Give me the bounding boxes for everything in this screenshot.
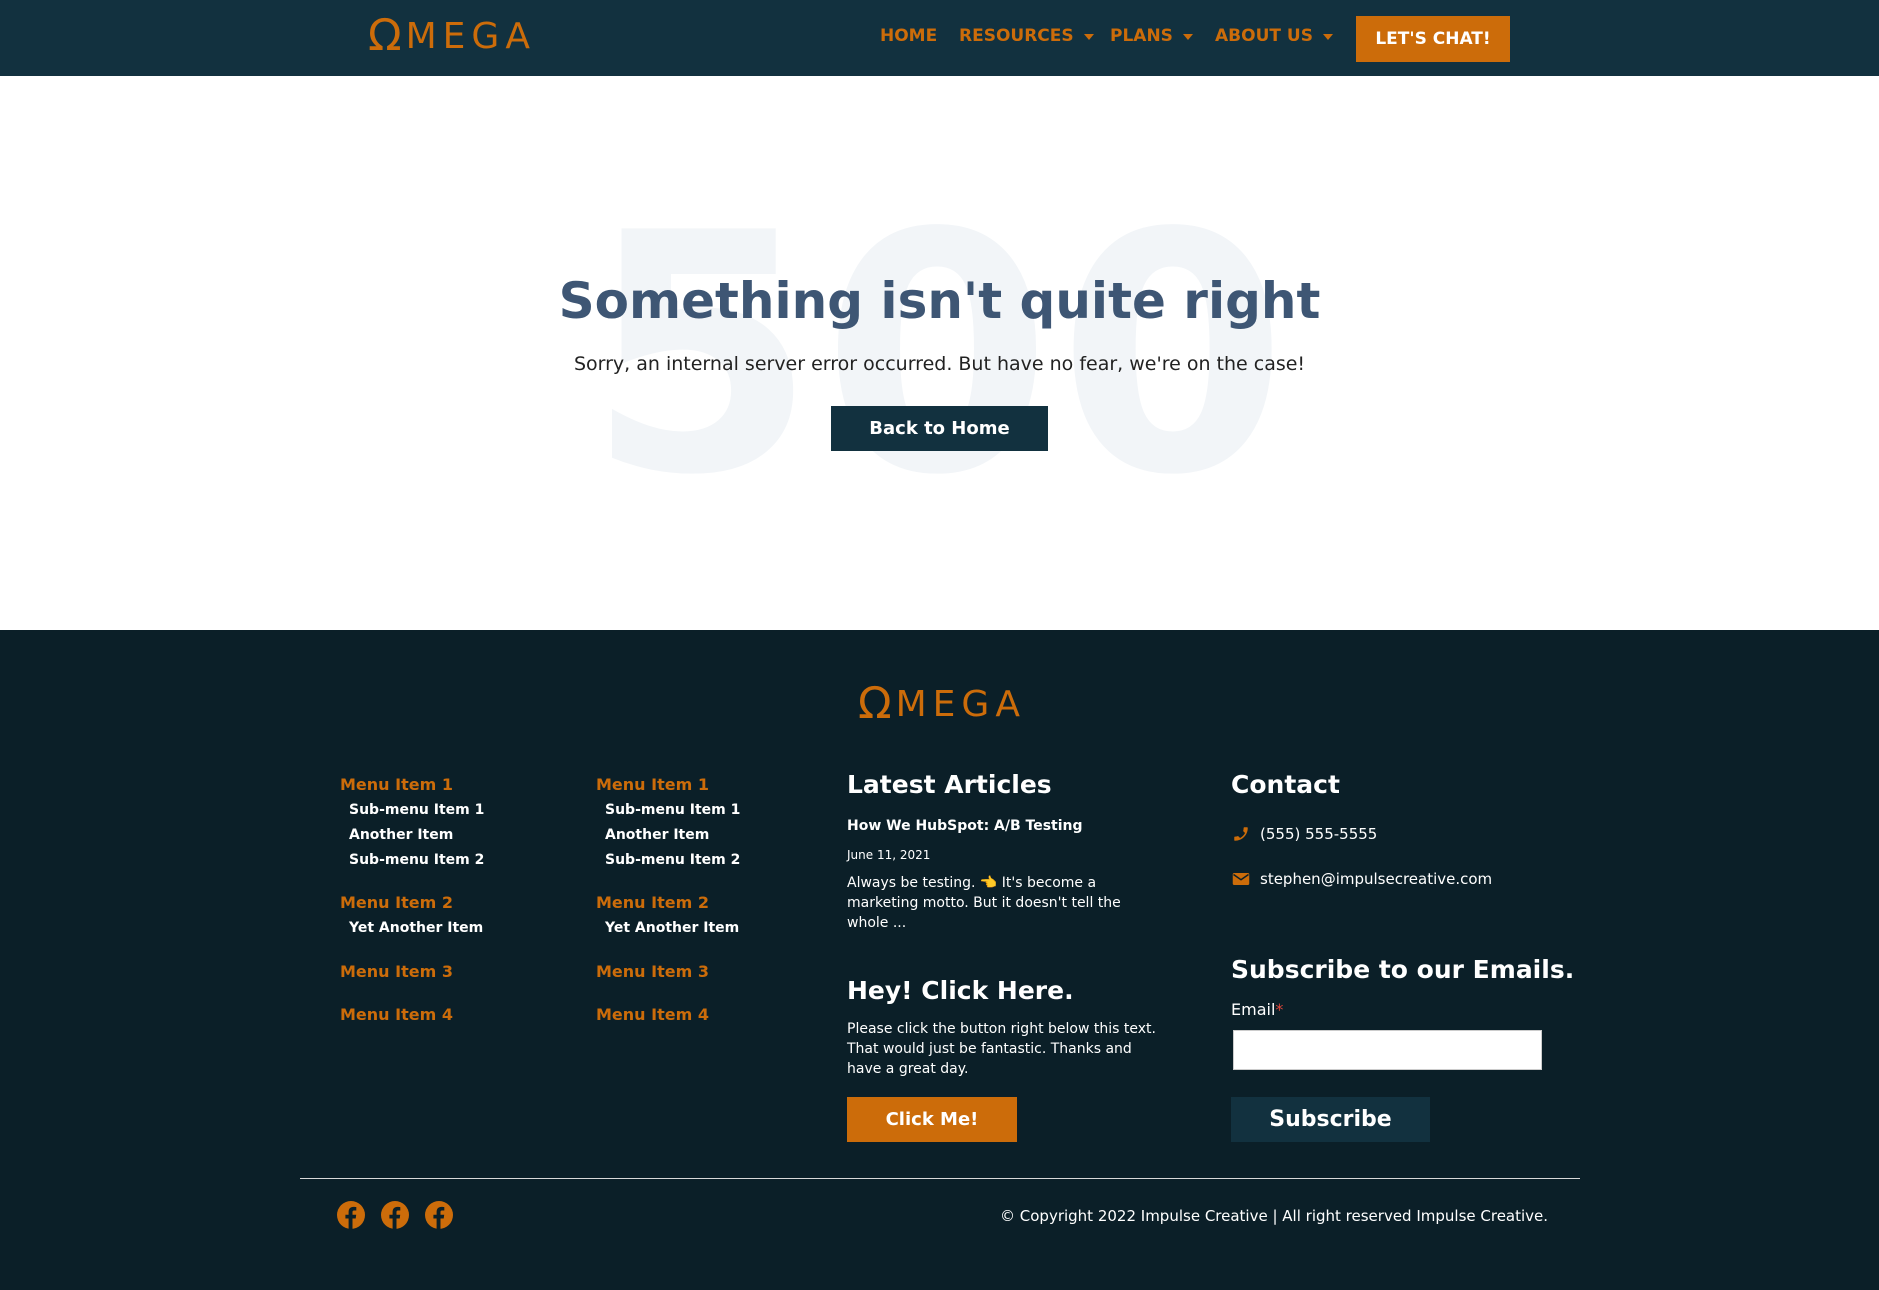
footer-menu-item[interactable]: Menu Item 3 bbox=[340, 962, 453, 981]
promo-text: Please click the button right below this… bbox=[847, 1021, 1156, 1077]
footer-submenu-item[interactable]: Sub-menu Item 2 bbox=[605, 852, 740, 868]
footer-menu-item[interactable]: Menu Item 2 bbox=[596, 893, 709, 912]
email-address: stephen@impulsecreative.com bbox=[1260, 870, 1493, 888]
nav-about-us[interactable]: ABOUT US bbox=[1215, 26, 1333, 46]
email-label-text: Email bbox=[1231, 1000, 1276, 1019]
footer-submenu-item[interactable]: Yet Another Item bbox=[349, 920, 483, 936]
subscribe-button[interactable]: Subscribe bbox=[1231, 1097, 1430, 1142]
nav-home-label: HOME bbox=[880, 26, 938, 46]
site-header: Ω MEGA HOME RESOURCES PLANS ABOUT US LET… bbox=[0, 0, 1879, 76]
article-date: June 11, 2021 bbox=[847, 848, 931, 862]
lets-chat-button[interactable]: LET'S CHAT! bbox=[1356, 16, 1510, 62]
email-field[interactable] bbox=[1233, 1030, 1542, 1070]
nav-plans[interactable]: PLANS bbox=[1110, 26, 1193, 46]
chevron-down-icon bbox=[1083, 34, 1094, 40]
facebook-icon[interactable] bbox=[380, 1200, 410, 1230]
footer-menu-item[interactable]: Menu Item 1 bbox=[340, 775, 453, 794]
back-to-home-button[interactable]: Back to Home bbox=[831, 406, 1048, 451]
chevron-down-icon bbox=[1182, 34, 1193, 40]
nav-resources-label: RESOURCES bbox=[959, 26, 1074, 46]
nav-about-us-label: ABOUT US bbox=[1215, 26, 1313, 46]
nav-resources[interactable]: RESOURCES bbox=[959, 26, 1094, 46]
page-title: Something isn't quite right bbox=[558, 272, 1321, 330]
copyright-text: © Copyright 2022 Impulse Creative | All … bbox=[1000, 1207, 1549, 1225]
error-message: Sorry, an internal server error occurred… bbox=[573, 353, 1306, 375]
footer-menu-item[interactable]: Menu Item 1 bbox=[596, 775, 709, 794]
click-me-button[interactable]: Click Me! bbox=[847, 1097, 1017, 1142]
footer-menu-item[interactable]: Menu Item 4 bbox=[596, 1005, 709, 1024]
footer-submenu-item[interactable]: Another Item bbox=[605, 827, 709, 843]
subscribe-heading: Subscribe to our Emails. bbox=[1231, 955, 1575, 984]
header-logo[interactable]: Ω MEGA bbox=[368, 14, 536, 58]
latest-articles-heading: Latest Articles bbox=[847, 770, 1052, 799]
footer-submenu-item[interactable]: Yet Another Item bbox=[605, 920, 739, 936]
article-excerpt: Always be testing. 👈 It's become a marke… bbox=[847, 875, 1121, 931]
nav-home[interactable]: HOME bbox=[880, 26, 937, 46]
envelope-icon bbox=[1231, 869, 1251, 889]
omega-logo-icon: Ω bbox=[858, 678, 892, 729]
footer-submenu-item[interactable]: Sub-menu Item 1 bbox=[349, 802, 484, 818]
required-mark: * bbox=[1275, 1000, 1284, 1019]
contact-email[interactable]: stephen@impulsecreative.com bbox=[1231, 869, 1492, 889]
contact-phone[interactable]: (555) 555-5555 bbox=[1231, 824, 1377, 844]
email-field-label: Email* bbox=[1231, 1000, 1283, 1019]
contact-heading: Contact bbox=[1231, 770, 1340, 799]
footer-logo[interactable]: Ω MEGA bbox=[858, 682, 1026, 726]
footer-submenu-item[interactable]: Another Item bbox=[349, 827, 453, 843]
promo-heading: Hey! Click Here. bbox=[847, 976, 1074, 1005]
logo-wordmark: MEGA bbox=[895, 683, 1026, 725]
footer-menu-item[interactable]: Menu Item 4 bbox=[340, 1005, 453, 1024]
footer-divider bbox=[300, 1178, 1580, 1179]
footer-submenu-item[interactable]: Sub-menu Item 1 bbox=[605, 802, 740, 818]
site-footer: Ω MEGA Menu Item 1 Sub-menu Item 1 Anoth… bbox=[0, 630, 1879, 1290]
chevron-down-icon bbox=[1322, 34, 1333, 40]
footer-submenu-item[interactable]: Sub-menu Item 2 bbox=[349, 852, 484, 868]
footer-menu-item[interactable]: Menu Item 3 bbox=[596, 962, 709, 981]
facebook-icon[interactable] bbox=[336, 1200, 366, 1230]
phone-icon bbox=[1231, 824, 1251, 844]
nav-plans-label: PLANS bbox=[1110, 26, 1173, 46]
footer-menu-item[interactable]: Menu Item 2 bbox=[340, 893, 453, 912]
omega-logo-icon: Ω bbox=[368, 10, 402, 61]
phone-number: (555) 555-5555 bbox=[1260, 825, 1378, 843]
article-title-link[interactable]: How We HubSpot: A/B Testing bbox=[847, 818, 1083, 834]
logo-wordmark: MEGA bbox=[405, 15, 536, 57]
facebook-icon[interactable] bbox=[424, 1200, 454, 1230]
